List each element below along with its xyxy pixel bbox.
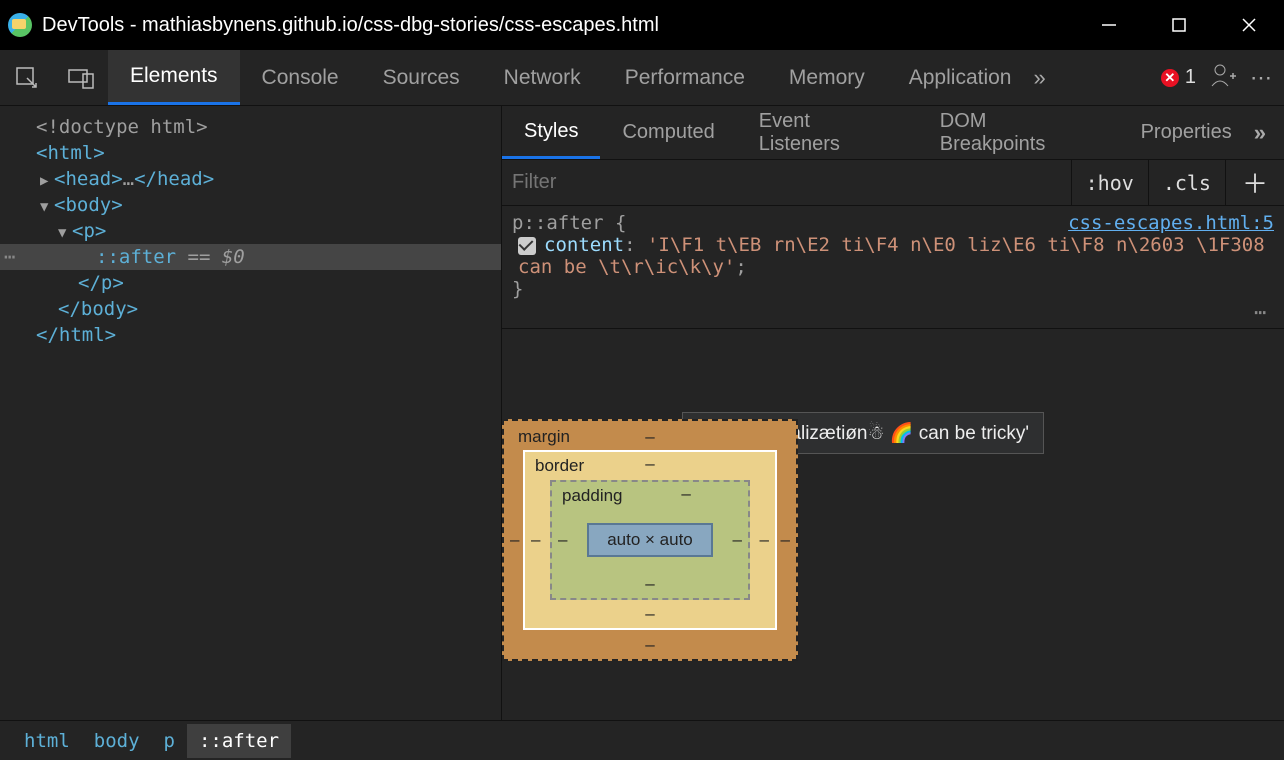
- dom-p-open[interactable]: ▼<p>: [0, 218, 501, 244]
- more-tabs-icon[interactable]: »: [1033, 65, 1045, 91]
- subtab-dom-breakpoints[interactable]: DOM Breakpoints: [918, 106, 1119, 159]
- minimize-button[interactable]: [1074, 0, 1144, 50]
- crumb-p[interactable]: p: [152, 724, 187, 758]
- dom-html-open[interactable]: <html>: [0, 140, 501, 166]
- tab-network[interactable]: Network: [482, 50, 603, 105]
- window-controls: [1074, 0, 1284, 50]
- tab-elements[interactable]: Elements: [108, 50, 240, 105]
- rule-close: }: [512, 278, 523, 300]
- property-checkbox[interactable]: [518, 237, 536, 255]
- rule-selector: p::after {: [512, 212, 626, 234]
- subtab-properties[interactable]: Properties: [1119, 106, 1254, 159]
- box-padding[interactable]: padding ‒ ‒ ‒ ‒ auto × auto: [550, 480, 750, 600]
- profile-icon[interactable]: [1210, 62, 1236, 93]
- tab-application[interactable]: Application: [887, 50, 1034, 105]
- subtab-event-listeners[interactable]: Event Listeners: [737, 106, 918, 159]
- breadcrumb: html body p ::after: [0, 720, 1284, 760]
- tab-console[interactable]: Console: [240, 50, 361, 105]
- dom-head[interactable]: ▶<head>…</head>: [0, 166, 501, 192]
- dom-body-open[interactable]: ▼<body>: [0, 192, 501, 218]
- window-title: DevTools - mathiasbynens.github.io/css-d…: [42, 14, 659, 37]
- crumb-body[interactable]: body: [82, 724, 152, 758]
- dom-after-selected[interactable]: ⋯::after == $0: [0, 244, 501, 270]
- main-toolbar: Elements Console Sources Network Perform…: [0, 50, 1284, 106]
- subtab-computed[interactable]: Computed: [600, 106, 736, 159]
- rule-source-link[interactable]: css-escapes.html:5: [1068, 212, 1274, 234]
- hov-toggle[interactable]: :hov: [1071, 160, 1148, 205]
- tab-memory[interactable]: Memory: [767, 50, 887, 105]
- tab-performance[interactable]: Performance: [603, 50, 767, 105]
- filter-row: :hov .cls ＋: [502, 160, 1284, 206]
- settings-menu-icon[interactable]: ⋯: [1250, 65, 1274, 91]
- dom-body-close[interactable]: </body>: [0, 296, 501, 322]
- tab-sources[interactable]: Sources: [361, 50, 482, 105]
- error-indicator[interactable]: ✕ 1: [1161, 66, 1196, 89]
- rule-menu-icon[interactable]: ⋯: [512, 300, 1274, 324]
- new-rule-button[interactable]: ＋: [1225, 160, 1284, 205]
- dom-p-close[interactable]: </p>: [0, 270, 501, 296]
- crumb-html[interactable]: html: [12, 724, 82, 758]
- box-border[interactable]: border ‒ ‒ ‒ ‒ padding ‒ ‒ ‒ ‒ auto × au…: [523, 450, 777, 630]
- styles-panel: Styles Computed Event Listeners DOM Brea…: [502, 106, 1284, 720]
- border-label: border: [535, 456, 584, 476]
- margin-label: margin: [518, 427, 570, 447]
- title-bar: DevTools - mathiasbynens.github.io/css-d…: [0, 0, 1284, 50]
- app-icon: [8, 13, 32, 37]
- filter-input[interactable]: [502, 171, 1071, 194]
- dom-html-close[interactable]: </html>: [0, 322, 501, 348]
- cls-toggle[interactable]: .cls: [1148, 160, 1225, 205]
- sidebar-tabs: Styles Computed Event Listeners DOM Brea…: [502, 106, 1284, 160]
- dom-tree[interactable]: <!doctype html> <html> ▶<head>…</head> ▼…: [0, 106, 502, 720]
- main-tabs: Elements Console Sources Network Perform…: [108, 50, 1046, 105]
- box-model[interactable]: margin ‒ ‒ ‒ ‒ border ‒ ‒ ‒ ‒ padding ‒: [502, 419, 1284, 661]
- more-subtabs-icon[interactable]: »: [1254, 120, 1266, 146]
- css-property[interactable]: content: [544, 234, 624, 256]
- padding-label: padding: [562, 486, 623, 506]
- box-content[interactable]: auto × auto: [587, 523, 713, 557]
- inspect-icon[interactable]: [0, 50, 54, 106]
- device-toggle-icon[interactable]: [54, 50, 108, 106]
- crumb-after[interactable]: ::after: [187, 724, 291, 758]
- box-margin[interactable]: margin ‒ ‒ ‒ ‒ border ‒ ‒ ‒ ‒ padding ‒: [502, 419, 798, 661]
- maximize-button[interactable]: [1144, 0, 1214, 50]
- dom-doctype[interactable]: <!doctype html>: [0, 114, 501, 140]
- subtab-styles[interactable]: Styles: [502, 106, 600, 159]
- error-icon: ✕: [1161, 69, 1179, 87]
- error-count: 1: [1185, 66, 1196, 89]
- css-rule[interactable]: css-escapes.html:5 p::after { content: '…: [502, 206, 1284, 329]
- close-button[interactable]: [1214, 0, 1284, 50]
